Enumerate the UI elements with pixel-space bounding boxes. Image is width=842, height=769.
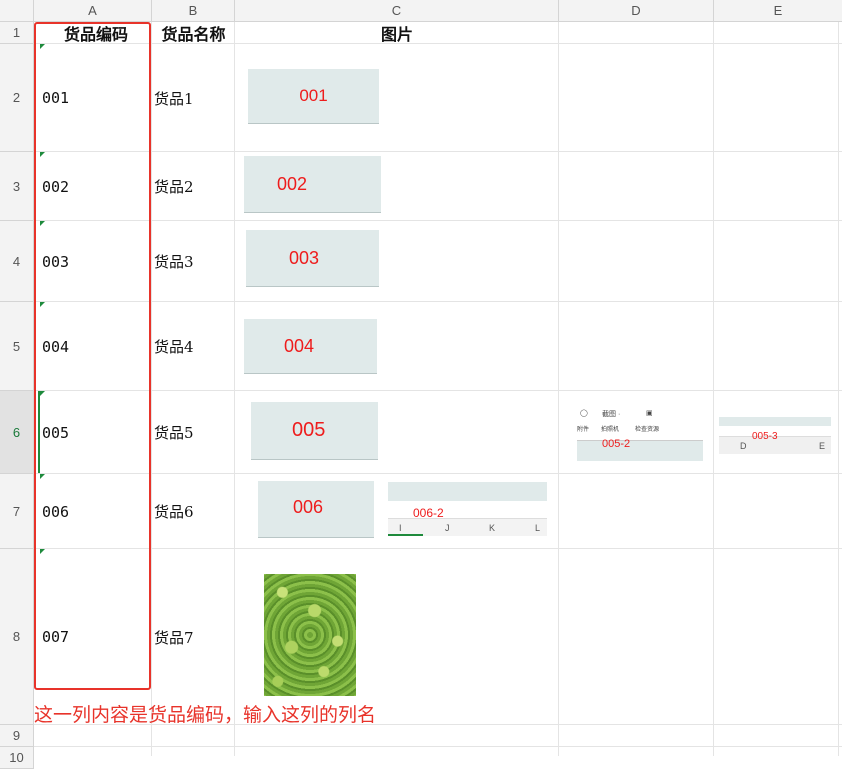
column-header-e[interactable]: E (714, 0, 842, 22)
toolbar-item: 截图 · (602, 411, 621, 418)
grid-line (151, 22, 152, 756)
picture-001[interactable]: 001 (248, 69, 379, 124)
row-header-7[interactable]: 7 (0, 474, 34, 549)
picture-005-2-strip (577, 440, 703, 461)
plant-photo[interactable] (264, 574, 356, 696)
select-all-corner[interactable] (0, 0, 34, 22)
grid-line (713, 22, 714, 756)
picture-002[interactable]: 002 (244, 156, 381, 213)
grid-line (234, 22, 235, 756)
highlight-box-column-a (34, 22, 151, 690)
row-header-4[interactable]: 4 (0, 221, 34, 302)
picture-003[interactable]: 003 (246, 230, 379, 287)
picture-005-2-label: 005-2 (602, 438, 631, 450)
picture-005-2[interactable]: ◯ 截图 · ▣ 附件 拍照机 检查资源 005-2 (577, 407, 703, 461)
column-header-c[interactable]: C (235, 0, 559, 22)
grid-line (34, 746, 842, 747)
header-cell-name[interactable]: 货品名称 (152, 22, 235, 44)
spreadsheet: A B C D E 1 2 3 4 5 6 7 8 9 10 货品编码 货品名称… (0, 0, 842, 769)
picture-006-2-label: 006-2 (413, 506, 444, 520)
cell-name[interactable]: 货品5 (154, 391, 194, 474)
row-header-3[interactable]: 3 (0, 152, 34, 221)
toolbar-item: 附件 (577, 427, 590, 433)
mini-col-header: D (740, 441, 747, 451)
annotation-text: 这一列内容是货品编码，输入这列的列名 (34, 704, 377, 726)
grid-line (838, 22, 839, 756)
header-cell-picture[interactable]: 图片 (235, 22, 559, 44)
picture-005-3[interactable]: 005-3 D E (719, 417, 831, 454)
mini-selected-indicator (388, 534, 423, 536)
row-header-1[interactable]: 1 (0, 22, 34, 44)
image-icon: ▣ (646, 410, 653, 417)
mini-col-header: E (819, 441, 826, 451)
row-header-5[interactable]: 5 (0, 302, 34, 391)
grid-line (558, 22, 559, 756)
picture-005[interactable]: 005 (251, 402, 378, 460)
cell-name[interactable]: 货品6 (154, 474, 194, 549)
picture-006-2[interactable]: 006-2 I J K L (388, 482, 547, 537)
mini-col-header: K (489, 523, 496, 533)
cell-name[interactable]: 货品3 (154, 221, 194, 302)
mini-col-header: J (445, 523, 450, 533)
picture-006[interactable]: 006 (258, 481, 374, 538)
row-header-10[interactable]: 10 (0, 747, 34, 769)
picture-005-3-strip (719, 417, 831, 426)
toolbar-item: 拍照机 (601, 427, 620, 433)
row-header-8[interactable]: 8 (0, 549, 34, 725)
cell-name[interactable]: 货品7 (154, 549, 194, 725)
column-header-d[interactable]: D (559, 0, 714, 22)
row-header-2[interactable]: 2 (0, 44, 34, 152)
column-header-a[interactable]: A (34, 0, 152, 22)
cell-name[interactable]: 货品2 (154, 152, 194, 221)
picture-004[interactable]: 004 (244, 319, 377, 374)
cell-name[interactable]: 货品4 (154, 302, 194, 391)
column-header-b[interactable]: B (152, 0, 235, 22)
row-header-9[interactable]: 9 (0, 725, 34, 747)
cell-name[interactable]: 货品1 (154, 44, 194, 152)
picture-005-3-label: 005-3 (752, 431, 778, 442)
toolbar-item: 检查资源 (635, 427, 660, 433)
mini-col-header: I (399, 523, 402, 533)
row-header-6[interactable]: 6 (0, 391, 34, 474)
picture-006-2-strip (388, 482, 547, 501)
mini-col-header: L (535, 523, 541, 533)
paperclip-icon: ◯ (580, 410, 588, 417)
